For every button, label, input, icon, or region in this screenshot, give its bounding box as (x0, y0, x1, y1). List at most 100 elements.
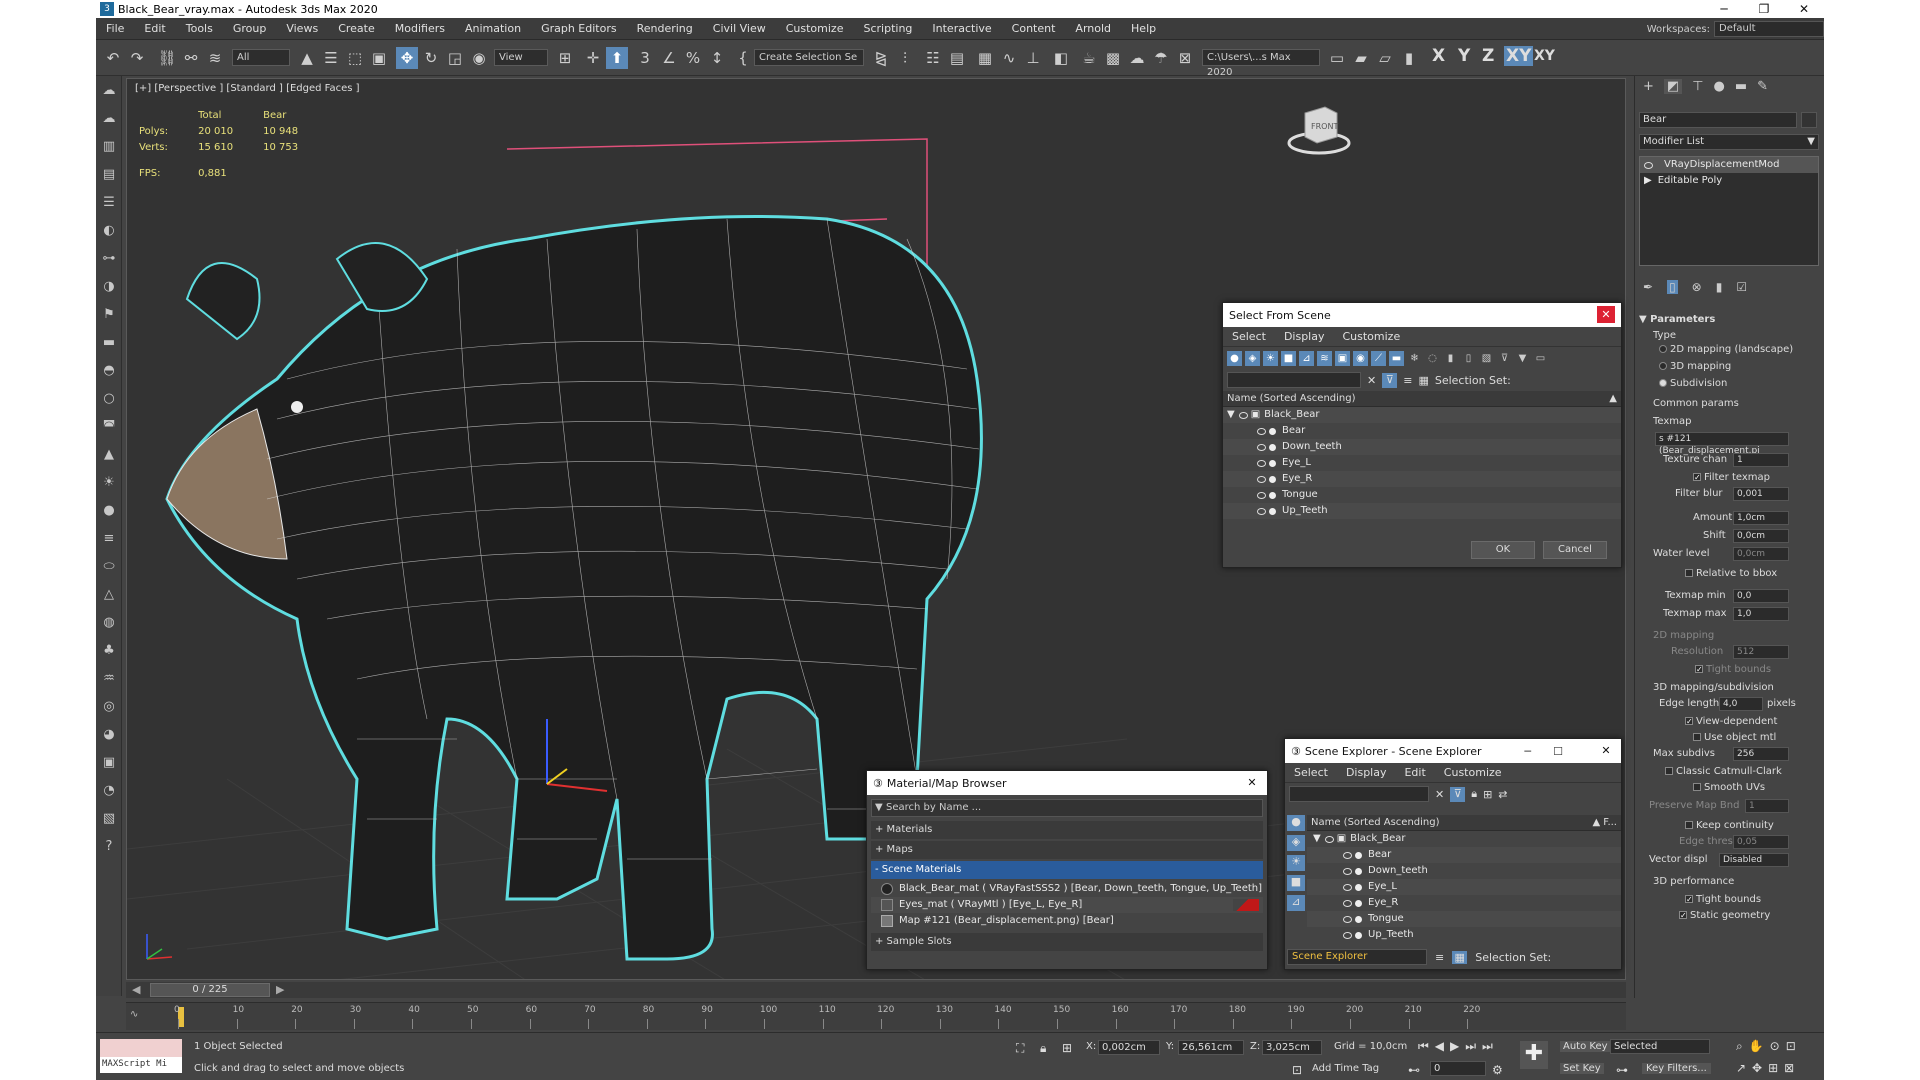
isolate-selection-icon[interactable]: ⛶ (1016, 1041, 1024, 1056)
se-menu-customize[interactable]: Customize (1435, 766, 1511, 779)
current-frame-field[interactable]: 0 (1430, 1061, 1486, 1076)
menu-graph-editors[interactable]: Graph Editors (531, 22, 627, 35)
texmap-button[interactable]: s #121 (Bear_displacement.pi (1655, 432, 1789, 456)
visibility-icon[interactable] (1343, 915, 1352, 923)
place-icon[interactable]: ◉ (468, 47, 490, 69)
menu-file[interactable]: File (96, 22, 134, 35)
tight-bounds-3d-checkbox[interactable]: ✓ Tight bounds (1685, 894, 1761, 905)
constrain-z-icon[interactable]: Z (1482, 46, 1494, 66)
link-icon[interactable]: ⛓ (156, 47, 178, 69)
menu-content[interactable]: Content (1002, 22, 1066, 35)
radio-2d-mapping[interactable]: 2D mapping (landscape) (1659, 344, 1793, 355)
se-menu-select[interactable]: Select (1285, 766, 1337, 779)
minimize-icon[interactable]: ─ (1524, 745, 1531, 758)
tree-row[interactable]: Up_Teeth (1223, 503, 1621, 519)
scene-icon[interactable]: ▣ (99, 753, 119, 773)
close-icon[interactable]: ✕ (1784, 0, 1824, 18)
tree-row[interactable]: Up_Teeth (1307, 927, 1621, 943)
playback-controls[interactable]: ⏮◀▶⏭⏭ (1418, 1039, 1499, 1054)
set-key-big-icon[interactable]: ✚ (1520, 1041, 1548, 1069)
tree-row[interactable]: Eye_R (1307, 895, 1621, 911)
workspace-dropdown[interactable]: Default (1714, 21, 1824, 37)
rendered-frame-window-icon[interactable]: ▩ (1102, 47, 1124, 69)
visibility-icon[interactable] (1644, 161, 1653, 169)
chevron-down-icon[interactable]: ▼ (875, 800, 883, 816)
explorer-dropdown[interactable]: Scene Explorer (1287, 949, 1427, 965)
edge-length-spinner[interactable]: 4,0 (1719, 697, 1763, 711)
curve-editor-mini-icon[interactable]: ∿ (130, 1009, 138, 1020)
pyramid-icon[interactable]: △ (99, 585, 119, 605)
keyboard-shortcut-override-icon[interactable]: ⬆ (606, 47, 628, 69)
help-icon[interactable]: ? (99, 837, 119, 857)
menu-animation[interactable]: Animation (455, 22, 531, 35)
cone-icon[interactable]: ▲ (99, 445, 119, 465)
make-unique-icon[interactable]: ⊗ (1692, 280, 1702, 294)
sfs-menu-display[interactable]: Display (1275, 330, 1334, 343)
ball-icon[interactable]: ● (99, 501, 119, 521)
expand-icon[interactable]: ▶ (1644, 173, 1652, 189)
visibility-icon[interactable] (1238, 411, 1248, 419)
unlink-icon[interactable]: ⚯ (180, 47, 202, 69)
render-iterative-icon[interactable]: ☂ (1150, 47, 1172, 69)
curve-editor-icon[interactable]: ∿ (998, 47, 1020, 69)
menu-create[interactable]: Create (328, 22, 385, 35)
sphere-light-icon[interactable]: ○ (99, 389, 119, 409)
resolution-spinner[interactable]: 512 (1733, 645, 1789, 659)
menu-edit[interactable]: Edit (134, 22, 175, 35)
menu-tools[interactable]: Tools (176, 22, 223, 35)
shift-spinner[interactable]: 0,0cm (1733, 529, 1789, 543)
selection-filter-dropdown[interactable]: All (232, 49, 290, 66)
object-name-field[interactable]: Bear (1639, 112, 1797, 128)
filter-cameras-icon[interactable]: ■ (1287, 875, 1305, 891)
close-icon[interactable]: ✕ (1243, 774, 1261, 791)
se-menu-edit[interactable]: Edit (1395, 766, 1434, 779)
ribbon-icon[interactable]: ▦ (974, 47, 996, 69)
display-all-icon[interactable]: ▮ (1443, 351, 1458, 366)
tree-row[interactable]: ▼ ▣ Black_Bear (1223, 407, 1621, 423)
spinner-snap-icon[interactable]: ↕ (706, 47, 728, 69)
paint-icon[interactable]: ▥ (99, 137, 119, 157)
hair-icon[interactable]: ♒ (99, 669, 119, 689)
menu-interactive[interactable]: Interactive (922, 22, 1001, 35)
time-config-icon[interactable]: ⚙ (1492, 1063, 1503, 1077)
viewcube[interactable]: FRONT (1287, 99, 1351, 159)
visibility-icon[interactable] (1343, 931, 1352, 939)
use-object-mtl-checkbox[interactable]: Use object mtl (1693, 732, 1776, 743)
tree-row[interactable]: Bear (1223, 423, 1621, 439)
y-coordinate-field[interactable]: 26,561cm (1178, 1040, 1244, 1055)
filter-hidden-icon[interactable]: ◌ (1425, 351, 1440, 366)
reference-coordinate-dropdown[interactable]: View (494, 49, 548, 66)
key-mode-icon[interactable]: ⊷ (1408, 1063, 1420, 1077)
maximize-icon[interactable]: ❐ (1744, 0, 1784, 18)
filter-spacewarps-icon[interactable]: ≋ (1317, 350, 1332, 366)
auto-key-button[interactable]: Auto Key (1560, 1041, 1611, 1052)
menu-scripting[interactable]: Scripting (853, 22, 922, 35)
dome-icon[interactable]: ◓ (99, 361, 119, 381)
select-by-name-icon[interactable]: ☰ (320, 47, 342, 69)
fur-icon[interactable]: ≡ (99, 529, 119, 549)
visibility-icon[interactable] (1257, 459, 1266, 467)
material-icon[interactable]: ◕ (99, 725, 119, 745)
project-folder-icon[interactable]: ▭ (1326, 47, 1348, 69)
tree-row[interactable]: Tongue (1307, 911, 1621, 927)
viewport-label[interactable]: [+] [Perspective ] [Standard ] [Edged Fa… (135, 83, 360, 94)
section-maps[interactable]: + Maps (871, 841, 1263, 859)
radio-subdivision[interactable]: Subdivision (1659, 378, 1727, 389)
snaps-toggle-icon[interactable]: 3 (634, 47, 656, 69)
filter-blur-spinner[interactable]: 0,001 (1733, 487, 1789, 501)
filter-texmap-checkbox[interactable]: ✓ Filter texmap (1693, 472, 1770, 483)
named-selection-dropdown[interactable]: Create Selection Se (754, 49, 864, 66)
utilities-tab-icon[interactable]: ✎ (1757, 79, 1768, 94)
sfs-search-input[interactable] (1227, 372, 1361, 388)
visibility-icon[interactable] (1257, 475, 1266, 483)
bear-model[interactable] (165, 215, 983, 961)
helper-icon[interactable]: ⊶ (99, 249, 119, 269)
amount-spinner[interactable]: 1,0cm (1733, 511, 1789, 525)
funnel-filter-icon[interactable]: ⊽ (1382, 372, 1398, 388)
close-icon[interactable]: ✕ (1597, 742, 1615, 759)
tree-row[interactable]: Down_teeth (1223, 439, 1621, 455)
maximize-icon[interactable]: ☐ (1553, 745, 1563, 758)
set-key-button[interactable]: Set Key (1560, 1063, 1604, 1074)
material-row[interactable]: Map #121 (Bear_displacement.png) [Bear] (871, 913, 1263, 929)
static-geometry-checkbox[interactable]: ✓ Static geometry (1679, 910, 1770, 921)
